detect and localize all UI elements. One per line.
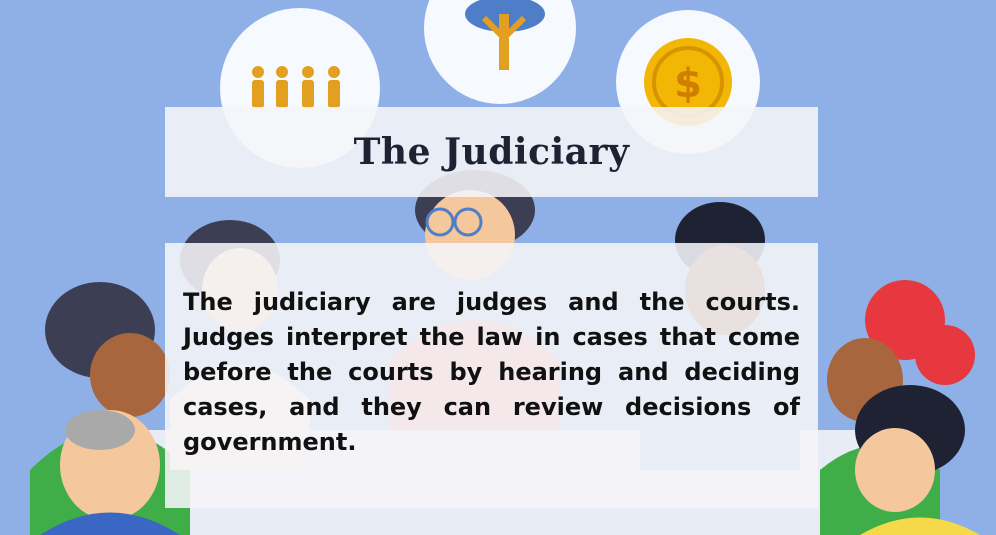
body-panel: The judiciary are judges and the courts.… [165,243,818,508]
slide-title: The Judiciary [353,131,630,173]
svg-text:$: $ [674,61,702,107]
title-panel: The Judiciary [165,107,818,197]
slide-body-text: The judiciary are judges and the courts.… [183,288,800,456]
slide: $ The Judiciary The judiciary are judges… [0,0,996,535]
